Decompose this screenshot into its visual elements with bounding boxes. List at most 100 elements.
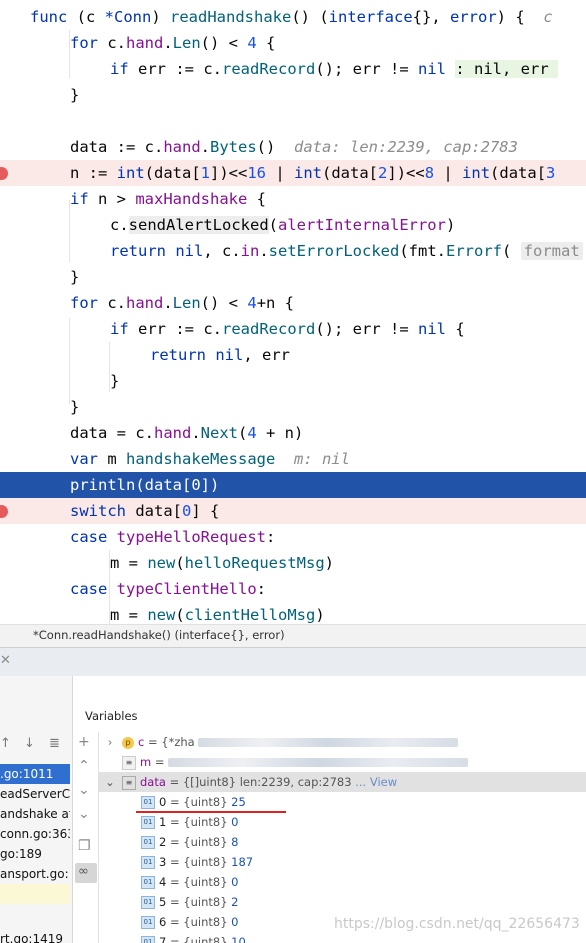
code-token: )	[315, 606, 325, 624]
chevron-up-icon[interactable]: ⌃	[78, 758, 90, 774]
code-token: n >	[98, 190, 136, 208]
code-token: +n {	[256, 294, 295, 312]
code-token: in	[240, 242, 260, 260]
variable-row-c[interactable]: › p c = {*zha	[98, 732, 586, 752]
code-token: 16	[247, 164, 267, 182]
code-token: )	[445, 216, 456, 234]
code-line[interactable]: for c.hand.Len() < 4+n {	[0, 290, 586, 316]
variable-row-data[interactable]: ⌄ ≡ data = {[]uint8} len:2239, cap:2783 ..…	[98, 772, 586, 792]
array-element-row[interactable]: 01 1 = {uint8} 0	[98, 812, 586, 832]
code-line[interactable]: }	[0, 82, 586, 108]
code-token: {	[445, 320, 465, 338]
variable-name: data	[140, 775, 166, 789]
element-index: 2	[159, 835, 167, 849]
arrow-up-icon[interactable]: ↑	[0, 736, 11, 751]
code-token: println	[70, 476, 136, 494]
code-token: ] {	[191, 502, 220, 520]
chevron-down-icon[interactable]: ⌄	[98, 772, 122, 792]
code-line[interactable]: case typeHelloRequest:	[0, 524, 586, 550]
code-token: interface	[328, 8, 413, 26]
current-execution-line[interactable]: println(data[0])	[0, 472, 586, 498]
code-token: hand	[154, 424, 192, 442]
inline-value-hint: data: len:2239, cap:2783	[294, 138, 518, 156]
stack-frame[interactable]: go:189	[0, 844, 70, 864]
code-line[interactable]: switch data[0] {	[0, 498, 586, 524]
chevron-right-icon[interactable]: ›	[98, 732, 122, 752]
variable-row-m[interactable]: ≡ m =	[98, 752, 586, 772]
code-token: (	[502, 242, 521, 260]
array-element-row[interactable]: 01 3 = {uint8} 187	[98, 852, 586, 872]
stack-frame[interactable]: .go:1011	[0, 764, 70, 784]
code-line[interactable]: if n > maxHandshake {	[0, 186, 586, 212]
inline-value-hint: c	[543, 8, 553, 26]
code-line[interactable]: case typeClientHello:	[0, 576, 586, 602]
code-line[interactable]: for c.hand.Len() < 4 {	[0, 30, 586, 56]
plus-icon[interactable]: +	[78, 734, 90, 750]
code-token: maxHandshake	[135, 190, 248, 208]
code-line[interactable]: m = new(helloRequestMsg)	[0, 550, 586, 576]
code-line[interactable]: }	[0, 394, 586, 420]
stack-frame[interactable]: conn.go:363	[0, 824, 70, 844]
element-value: 2	[231, 895, 239, 909]
code-token: func	[30, 8, 77, 26]
code-line[interactable]: n := int(data[1])<<16 | int(data[2])<<8 …	[0, 160, 586, 186]
variables-title: Variables	[85, 709, 138, 723]
array-element-row[interactable]: 01 7 = {uint8} 10	[98, 932, 586, 943]
close-icon[interactable]: ✕	[0, 653, 11, 668]
element-index: 0	[159, 795, 167, 809]
array-element-row[interactable]: 01 0 = {uint8} 25	[98, 792, 586, 812]
code-token: typeHelloRequest	[116, 528, 266, 546]
arrow-down-icon[interactable]: ↓	[24, 736, 35, 751]
stack-frame[interactable]	[0, 884, 70, 904]
stack-frame[interactable]: ansport.go:1	[0, 864, 70, 884]
view-link[interactable]: ... View	[355, 775, 397, 789]
stack-frame[interactable]: eadServerCe	[0, 784, 70, 804]
code-line[interactable]: return nil, c.in.setErrorLocked(fmt.Erro…	[0, 238, 586, 264]
interface-icon: ≡	[122, 755, 136, 770]
code-line[interactable]: c.sendAlertLocked(alertInternalError)	[0, 212, 586, 238]
chevron-down-icon[interactable]: ⌄	[78, 782, 90, 798]
code-token: : nil, err	[455, 60, 558, 78]
code-line[interactable]: return nil, err	[0, 342, 586, 368]
code-token: error	[450, 8, 497, 26]
code-line[interactable]: }	[0, 368, 586, 394]
breakpoint-icon[interactable]	[0, 167, 8, 180]
breakpoint-icon[interactable]	[0, 505, 8, 518]
element-type: = {uint8}	[169, 915, 228, 929]
code-token: |	[434, 164, 463, 182]
code-token: 0	[182, 502, 192, 520]
code-editor[interactable]: func (c *Conn) readHandshake() (interfac…	[0, 0, 586, 624]
code-token: alertInternalError	[278, 216, 446, 234]
code-line[interactable]: var m handshakeMessage m: nil	[0, 446, 586, 472]
breadcrumb-bar: *Conn.readHandshake() (interface{}, erro…	[0, 624, 586, 647]
filter-list-icon[interactable]: ≣	[49, 736, 60, 751]
stack-frame[interactable]: andshake at	[0, 804, 70, 824]
primitive-value-icon: 01	[141, 876, 155, 889]
element-value: 25	[231, 795, 246, 809]
code-line[interactable]: if err := c.readRecord(); err != nil {	[0, 316, 586, 342]
code-line[interactable]: data = c.hand.Next(4 + n)	[0, 420, 586, 446]
code-line[interactable]	[0, 108, 586, 134]
array-element-row[interactable]: 01 2 = {uint8} 8	[98, 832, 586, 852]
code-token: 3	[546, 164, 556, 182]
glasses-icon: ∞	[78, 864, 89, 879]
array-element-row[interactable]: 01 5 = {uint8} 2	[98, 892, 586, 912]
breadcrumb[interactable]: *Conn.readHandshake() (interface{}, erro…	[33, 628, 285, 642]
code-line[interactable]: func (c *Conn) readHandshake() (interfac…	[0, 4, 586, 30]
code-token: 4	[247, 34, 257, 52]
code-line[interactable]: data := c.hand.Bytes() data: len:2239, c…	[0, 134, 586, 160]
code-token: readRecord	[222, 60, 316, 78]
array-element-row[interactable]: 01 4 = {uint8} 0	[98, 872, 586, 892]
element-type: = {uint8}	[169, 875, 228, 889]
element-value: 10	[231, 935, 246, 943]
code-line[interactable]: }	[0, 264, 586, 290]
code-line[interactable]: m = new(clientHelloMsg)	[0, 602, 586, 624]
code-line[interactable]: if err := c.readRecord(); err != nil : n…	[0, 56, 586, 82]
stack-frame[interactable]: rt.go:1419	[0, 929, 70, 943]
watches-toggle[interactable]: ∞	[75, 863, 97, 883]
code-token: ) {	[496, 8, 544, 26]
copy-icon[interactable]: ❐	[78, 838, 91, 854]
element-value: 8	[231, 835, 239, 849]
code-token: (	[175, 554, 185, 572]
chevron-down-icon[interactable]: ⌄	[78, 806, 90, 822]
